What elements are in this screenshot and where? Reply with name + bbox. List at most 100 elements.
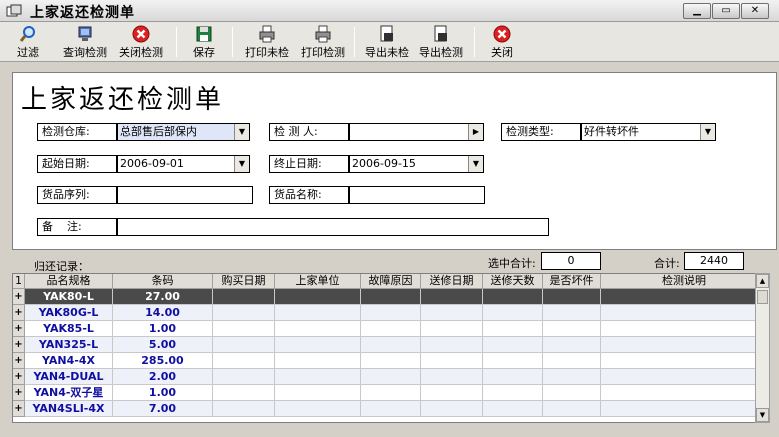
cell-empty[interactable] (361, 385, 421, 401)
cell-empty[interactable] (213, 401, 275, 417)
cell-empty[interactable] (601, 305, 766, 321)
close-window-button[interactable]: ✕ (741, 3, 769, 19)
cell-empty[interactable] (483, 385, 543, 401)
expand-row-icon[interactable]: + (13, 321, 25, 337)
cell-name[interactable]: YAK80-L (25, 289, 113, 305)
start-date-picker[interactable]: 2006-09-01 ▼ (117, 155, 250, 173)
cell-empty[interactable] (601, 385, 766, 401)
cell-empty[interactable] (421, 289, 483, 305)
cell-empty[interactable] (421, 401, 483, 417)
chevron-down-icon[interactable]: ▼ (234, 156, 249, 172)
scroll-thumb[interactable] (757, 290, 768, 304)
chevron-down-icon[interactable]: ▼ (700, 124, 715, 140)
warehouse-select[interactable]: 总部售后部保内 ▼ (117, 123, 250, 141)
product-name-input[interactable] (349, 186, 485, 204)
serial-input[interactable] (117, 186, 253, 204)
cell-empty[interactable] (601, 289, 766, 305)
cell-empty[interactable] (543, 305, 601, 321)
cell-empty[interactable] (421, 321, 483, 337)
export-unchecked-button[interactable]: 导出未检 (360, 24, 414, 60)
table-row[interactable]: + YAN325-L 5.00 (13, 337, 766, 353)
cell-empty[interactable] (543, 401, 601, 417)
cell-empty[interactable] (601, 321, 766, 337)
table-row[interactable]: + YAK80G-L 14.00 (13, 305, 766, 321)
column-header-repair-days[interactable]: 送修天数 (483, 274, 543, 289)
cell-name[interactable]: YAN4SLI-4X (25, 401, 113, 417)
expand-row-icon[interactable]: + (13, 353, 25, 369)
cell-empty[interactable] (421, 353, 483, 369)
cell-empty[interactable] (483, 321, 543, 337)
cell-empty[interactable] (275, 385, 361, 401)
table-row[interactable]: + YAN4-4X 285.00 (13, 353, 766, 369)
cell-code[interactable]: 285.00 (113, 353, 213, 369)
cell-name[interactable]: YAN4-DUAL (25, 369, 113, 385)
table-row[interactable]: + YAK85-L 1.00 (13, 321, 766, 337)
cell-name[interactable]: YAN4-4X (25, 353, 113, 369)
cell-empty[interactable] (421, 385, 483, 401)
cell-name[interactable]: YAK80G-L (25, 305, 113, 321)
cell-empty[interactable] (421, 369, 483, 385)
remark-input[interactable] (117, 218, 549, 236)
cell-code[interactable]: 5.00 (113, 337, 213, 353)
cell-empty[interactable] (601, 401, 766, 417)
check-type-select[interactable]: 好件转坏件 ▼ (581, 123, 716, 141)
save-button[interactable]: 保存 (186, 24, 222, 60)
cell-empty[interactable] (361, 289, 421, 305)
cell-empty[interactable] (421, 305, 483, 321)
cell-empty[interactable] (601, 337, 766, 353)
cell-name[interactable]: YAN4-双子星 (25, 385, 113, 401)
cell-empty[interactable] (483, 401, 543, 417)
column-header-code[interactable]: 条码 (113, 274, 213, 289)
cell-empty[interactable] (213, 369, 275, 385)
column-header-name[interactable]: 品名规格 (25, 274, 113, 289)
table-row[interactable]: + YAN4SLI-4X 7.00 (13, 401, 766, 417)
query-check-button[interactable]: 查询检测 (58, 24, 112, 60)
table-row[interactable]: + YAN4-双子星 1.00 (13, 385, 766, 401)
cell-empty[interactable] (543, 321, 601, 337)
column-header-is-bad[interactable]: 是否坏件 (543, 274, 601, 289)
cell-empty[interactable] (421, 337, 483, 353)
cell-empty[interactable] (543, 353, 601, 369)
scroll-down-icon[interactable]: ▼ (756, 408, 769, 422)
cell-empty[interactable] (275, 353, 361, 369)
cell-name[interactable]: YAN325-L (25, 337, 113, 353)
column-header-note[interactable]: 检测说明 (601, 274, 766, 289)
cell-empty[interactable] (601, 369, 766, 385)
cell-empty[interactable] (601, 353, 766, 369)
expand-row-icon[interactable]: + (13, 385, 25, 401)
expand-row-icon[interactable]: + (13, 337, 25, 353)
vertical-scrollbar[interactable]: ▲ ▼ (755, 273, 770, 423)
cell-empty[interactable] (213, 353, 275, 369)
cell-empty[interactable] (213, 321, 275, 337)
expand-row-icon[interactable]: + (13, 305, 25, 321)
cell-empty[interactable] (483, 353, 543, 369)
cell-empty[interactable] (483, 289, 543, 305)
cell-empty[interactable] (213, 305, 275, 321)
table-row[interactable]: + YAK80-L 27.00 (13, 289, 766, 305)
print-unchecked-button[interactable]: 打印未检 (240, 24, 294, 60)
cell-empty[interactable] (213, 385, 275, 401)
cell-code[interactable]: 27.00 (113, 289, 213, 305)
cell-empty[interactable] (275, 289, 361, 305)
chevron-right-icon[interactable]: ▶ (468, 124, 483, 140)
cell-empty[interactable] (543, 369, 601, 385)
export-checked-button[interactable]: 导出检测 (414, 24, 468, 60)
cell-empty[interactable] (483, 305, 543, 321)
cell-empty[interactable] (275, 401, 361, 417)
cell-empty[interactable] (361, 353, 421, 369)
cell-empty[interactable] (543, 385, 601, 401)
column-header-buy-date[interactable]: 购买日期 (213, 274, 275, 289)
cell-empty[interactable] (275, 321, 361, 337)
minimize-button[interactable]: ▁ (683, 3, 711, 19)
cell-empty[interactable] (213, 289, 275, 305)
print-checked-button[interactable]: 打印检测 (296, 24, 350, 60)
expand-row-icon[interactable]: + (13, 369, 25, 385)
cell-empty[interactable] (361, 305, 421, 321)
chevron-down-icon[interactable]: ▼ (468, 156, 483, 172)
chevron-down-icon[interactable]: ▼ (234, 124, 249, 140)
close-button[interactable]: 关闭 (484, 24, 520, 60)
table-row[interactable]: + YAN4-DUAL 2.00 (13, 369, 766, 385)
cell-empty[interactable] (361, 401, 421, 417)
filter-button[interactable]: 过滤 (8, 24, 48, 60)
cell-empty[interactable] (483, 369, 543, 385)
